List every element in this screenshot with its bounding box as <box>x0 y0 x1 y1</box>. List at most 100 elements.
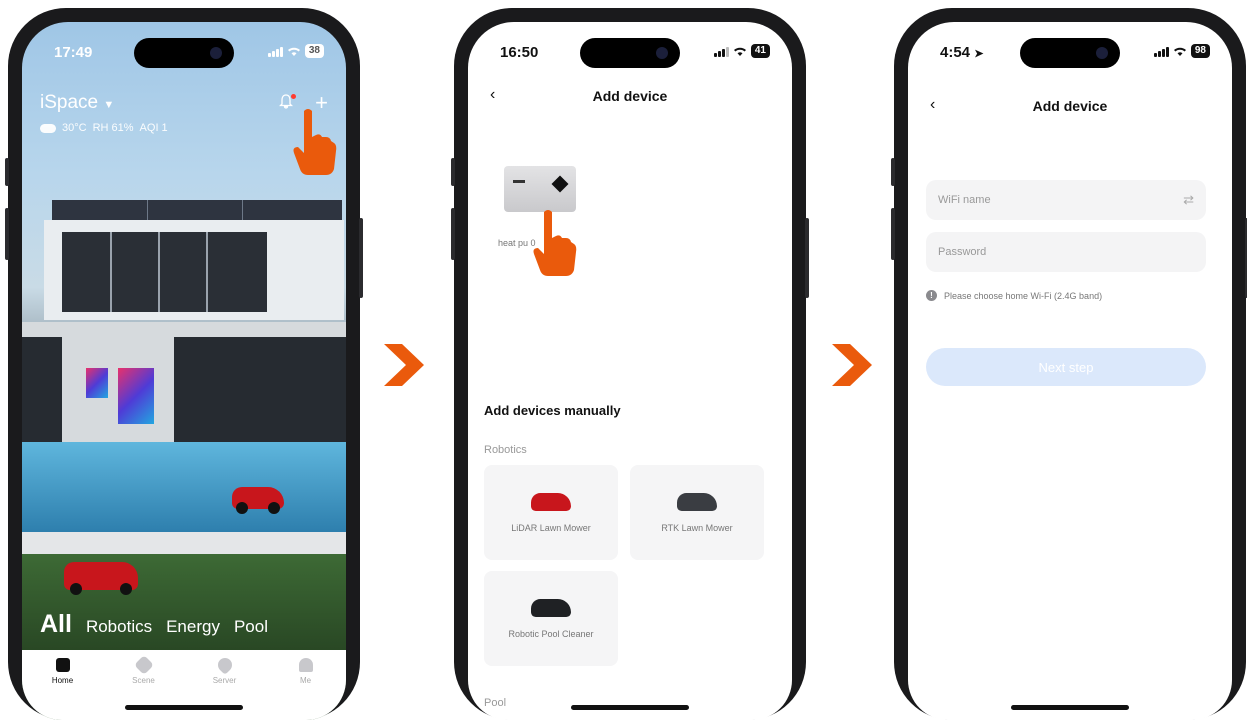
phone-side-button <box>5 158 9 186</box>
pointing-hand-icon <box>293 109 337 175</box>
weather-row: 30°C RH 61% AQI 1 <box>40 122 168 134</box>
swimming-pool <box>22 442 346 537</box>
wifi-icon <box>733 47 746 56</box>
temperature: 30°C <box>62 122 87 134</box>
humidity: RH 61% <box>92 122 134 134</box>
swap-icon[interactable]: ⇄ <box>1183 192 1194 208</box>
wifi-icon <box>287 47 300 56</box>
pointing-hand-icon <box>533 210 577 276</box>
card-label: RTK Lawn Mower <box>661 522 733 533</box>
status-icons: 41 <box>713 44 770 58</box>
device-panel-line <box>513 180 525 183</box>
air-quality: AQI 1 <box>139 122 168 134</box>
chevron-right-arrow-icon <box>384 344 424 386</box>
category-robotics[interactable]: Robotics <box>86 617 152 637</box>
house-window <box>174 337 346 442</box>
status-bar: 17:49 38 <box>22 40 346 66</box>
phone-side-button <box>451 158 455 186</box>
tab-me[interactable]: Me <box>276 658 336 720</box>
password-field[interactable]: Password <box>926 232 1206 272</box>
battery-icon: 38 <box>304 44 324 58</box>
next-step-button[interactable]: Next step <box>926 348 1206 386</box>
person-icon <box>298 658 313 672</box>
tab-label: Scene <box>132 676 155 685</box>
signal-icon <box>1153 46 1169 57</box>
home-indicator <box>1011 705 1129 710</box>
status-time: 4:54 ➤ <box>940 44 983 61</box>
house-window <box>62 232 267 312</box>
card-label: LiDAR Lawn Mower <box>511 522 591 533</box>
tab-label: Me <box>299 676 312 685</box>
hint-text: Please choose home Wi-Fi (2.4G band) <box>944 290 1103 301</box>
device-card-lidar-mower[interactable]: LiDAR Lawn Mower <box>484 465 618 560</box>
cloud-icon <box>40 123 56 133</box>
wifi-name-placeholder: WiFi name <box>938 194 991 206</box>
section-subtitle-pool: Pool <box>484 697 507 709</box>
phone-home-screen: 17:49 38 iSpace ▼ 30°C RH 61% AQI 1 + Al… <box>5 8 363 720</box>
phone-side-button <box>891 208 895 260</box>
category-all[interactable]: All <box>40 610 72 639</box>
phone-side-button <box>359 218 363 298</box>
status-time: 17:49 <box>54 44 93 61</box>
phone-wifi-setup: 4:54 ➤ 98 ‹ Add device WiFi name ⇄ Passw… <box>891 8 1247 720</box>
tab-scene[interactable]: Scene <box>114 655 174 720</box>
notification-dot <box>291 93 297 99</box>
device-card-pool-cleaner[interactable]: Robotic Pool Cleaner <box>484 571 618 666</box>
pool-cleaner-image <box>531 598 571 617</box>
pool-edge <box>22 532 346 554</box>
chevron-right-arrow-icon <box>832 344 872 386</box>
status-time-value: 4:54 <box>940 44 971 61</box>
wall-art <box>118 368 154 424</box>
password-placeholder: Password <box>938 246 987 258</box>
pool-robot <box>232 487 284 514</box>
solar-roof <box>52 200 342 222</box>
status-bar: 4:54 ➤ 98 <box>908 40 1232 66</box>
signal-icon <box>267 46 283 57</box>
phone-side-button <box>5 208 9 260</box>
scene-icon <box>133 655 154 675</box>
lawn-mower-image <box>531 492 571 511</box>
device-card-rtk-mower[interactable]: RTK Lawn Mower <box>630 465 764 560</box>
location-arrow-icon: ➤ <box>974 48 984 60</box>
section-subtitle: Robotics <box>484 444 527 456</box>
info-icon: ! <box>926 290 937 301</box>
home-indicator <box>571 705 689 710</box>
phone-side-button <box>451 208 455 260</box>
lawn-mower-image <box>677 492 717 511</box>
wifi-name-field[interactable]: WiFi name ⇄ <box>926 180 1206 220</box>
phone-side-button <box>891 158 895 186</box>
card-label: Robotic Pool Cleaner <box>508 628 594 639</box>
house-window <box>22 337 62 442</box>
tab-home[interactable]: Home <box>33 658 93 720</box>
battery-icon: 41 <box>750 44 770 58</box>
battery-icon: 98 <box>1190 44 1210 58</box>
home-icon <box>55 658 70 672</box>
heart-icon <box>214 655 235 675</box>
home-name: iSpace <box>40 92 99 113</box>
home-selector[interactable]: iSpace ▼ <box>40 92 114 114</box>
status-time: 16:50 <box>500 44 539 61</box>
phone-add-device: 16:50 41 ‹ Add device heat pu 0 Add devi… <box>451 8 809 720</box>
page-title: Add device <box>592 88 668 104</box>
wifi-icon <box>1173 47 1186 56</box>
discovered-device[interactable] <box>504 166 576 212</box>
home-indicator <box>125 705 243 710</box>
section-title: Add devices manually <box>484 403 621 418</box>
status-bar: 16:50 41 <box>468 40 792 66</box>
category-pool[interactable]: Pool <box>234 617 268 637</box>
wifi-setup-screen: 4:54 ➤ 98 ‹ Add device WiFi name ⇄ Passw… <box>908 22 1232 720</box>
signal-icon <box>713 46 729 57</box>
chevron-down-icon: ▼ <box>103 99 115 111</box>
tab-label: Home <box>51 676 74 685</box>
add-device-screen: 16:50 41 ‹ Add device heat pu 0 Add devi… <box>468 22 792 720</box>
page-title: Add device <box>1032 98 1108 114</box>
wifi-hint: ! Please choose home Wi-Fi (2.4G band) <box>926 290 1102 301</box>
wall-art <box>86 368 108 398</box>
status-icons: 38 <box>267 44 324 58</box>
lawn-mower <box>64 562 138 595</box>
category-energy[interactable]: Energy <box>166 617 220 637</box>
home-screen: 17:49 38 iSpace ▼ 30°C RH 61% AQI 1 + Al… <box>22 22 346 720</box>
tab-server[interactable]: Server <box>195 655 255 720</box>
phone-side-button <box>805 218 809 298</box>
category-tabs: All Robotics Energy Pool <box>40 610 268 639</box>
